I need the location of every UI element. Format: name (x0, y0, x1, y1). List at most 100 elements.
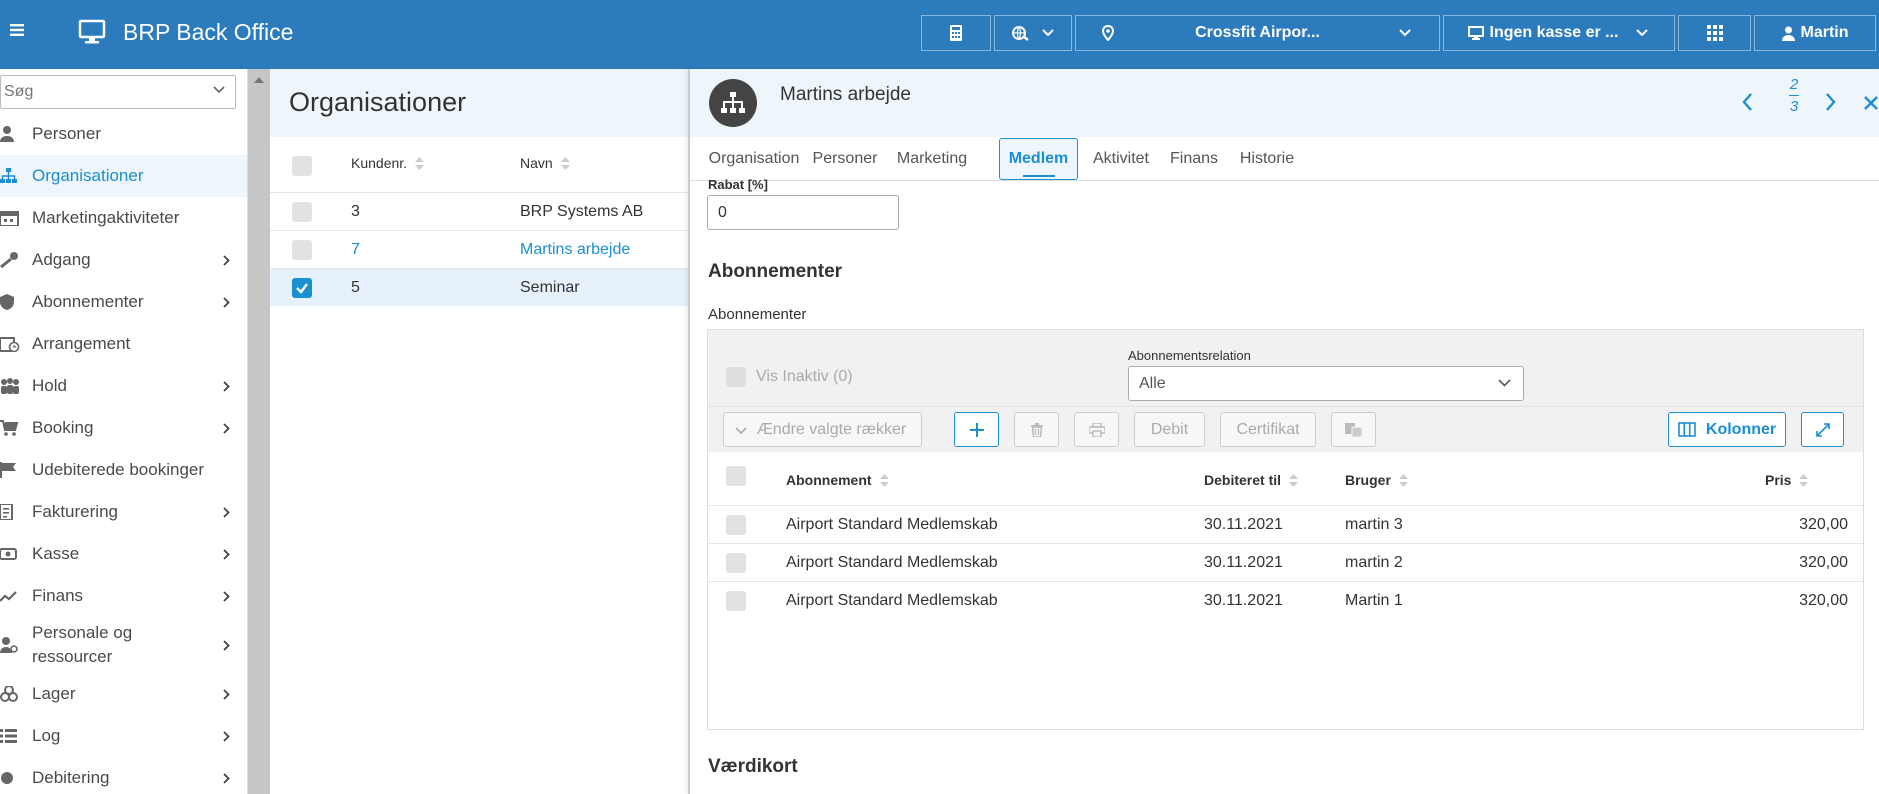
page-title: Organisationer (289, 87, 467, 117)
sidebar-item-lager[interactable]: Lager (0, 673, 247, 715)
row-name: BRP Systems AB (520, 203, 644, 220)
row-checkbox[interactable] (726, 591, 746, 611)
expand-button[interactable] (1801, 412, 1844, 447)
add-subscription-button[interactable] (954, 412, 999, 447)
tab-organisation[interactable]: Organisation (707, 137, 801, 181)
table-row[interactable]: Airport Standard Medlemskab 30.11.2021 m… (708, 543, 1863, 581)
rabat-field[interactable] (707, 195, 899, 230)
tab-historie[interactable]: Historie (1232, 137, 1302, 181)
sidebar-item-arrangement[interactable]: Arrangement (0, 323, 247, 365)
sidebar-item-label: Booking (32, 418, 94, 437)
row-checkbox[interactable] (726, 553, 746, 573)
copy-button[interactable] (1331, 412, 1376, 447)
column-header-bruger[interactable]: Bruger (1345, 472, 1408, 488)
sidebar-item-debitering[interactable]: Debitering (0, 757, 247, 794)
debit-icon (1, 772, 13, 784)
sidebar-item-label: Personale og ressourcer (32, 623, 133, 666)
next-record-icon[interactable] (1826, 93, 1836, 111)
show-inactive-checkbox[interactable] (726, 367, 746, 387)
search-input[interactable] (1, 76, 201, 108)
tools-menu-button[interactable] (994, 15, 1072, 51)
table-row[interactable]: 5 Seminar (270, 268, 688, 306)
row-checkbox[interactable] (726, 515, 746, 535)
print-button[interactable] (1074, 412, 1119, 447)
sidebar-item-udebiterede-bookinger[interactable]: Udebiterede bookinger (0, 449, 247, 491)
scrollbar-thumb[interactable] (248, 69, 270, 794)
tab-personer[interactable]: Personer (807, 137, 883, 181)
sidebar-item-organisationer[interactable]: Organisationer (0, 155, 247, 197)
register-select[interactable]: Ingen kasse er ... (1443, 15, 1675, 51)
sidebar-scrollbar[interactable] (248, 69, 270, 794)
column-header-pris[interactable]: Pris (1765, 472, 1809, 488)
tab-medlem[interactable]: Medlem (999, 138, 1078, 180)
sidebar-search[interactable] (0, 75, 236, 109)
column-header-abonnement[interactable]: Abonnement (786, 472, 889, 488)
grid-filters: Vis Inaktiv (0) Abonnementsrelation Alle (708, 330, 1863, 406)
calculator-button[interactable] (921, 15, 991, 51)
copy-icon (1344, 422, 1362, 437)
table-row[interactable]: Airport Standard Medlemskab 30.11.2021 M… (708, 581, 1863, 619)
sidebar-item-fakturering[interactable]: Fakturering (0, 491, 247, 533)
cell-billed-until: 30.11.2021 (1204, 592, 1283, 609)
grid-toolbar: Ændre valgte rækker Debit Certifikat Kol… (708, 406, 1863, 452)
apps-grid-button[interactable] (1678, 15, 1751, 51)
show-inactive-toggle[interactable]: Vis Inaktiv (0) (726, 367, 853, 387)
column-header-label: Kundenr. (351, 155, 408, 171)
column-header-kundenr[interactable]: Kundenr. (351, 155, 425, 171)
tab-finans[interactable]: Finans (1165, 137, 1223, 181)
column-header-debiteret-til[interactable]: Debiteret til (1204, 472, 1299, 488)
sidebar-item-personer[interactable]: Personer (0, 113, 247, 155)
relation-select[interactable]: Alle (1128, 366, 1524, 401)
chevron-right-icon (223, 689, 230, 700)
sidebar-item-label: Personer (32, 124, 101, 143)
previous-record-icon[interactable] (1742, 93, 1752, 111)
relation-value: Alle (1139, 375, 1166, 392)
select-all-checkbox[interactable] (726, 466, 746, 486)
sidebar-item-hold[interactable]: Hold (0, 365, 247, 407)
delete-button[interactable] (1014, 412, 1059, 447)
sidebar-item-log[interactable]: Log (0, 715, 247, 757)
location-select[interactable]: Crossfit Airpor... (1075, 15, 1440, 51)
scroll-up-arrow-icon[interactable] (254, 77, 264, 83)
sidebar-item-label: Kasse (32, 544, 80, 563)
list-icon (0, 729, 17, 743)
bulk-edit-button[interactable]: Ændre valgte rækker (723, 412, 922, 447)
sidebar-item-kasse[interactable]: Kasse (0, 533, 247, 575)
chevron-down-icon[interactable] (213, 86, 225, 94)
group-icon (1, 378, 19, 394)
plus-icon (969, 422, 984, 437)
select-all-checkbox[interactable] (292, 156, 312, 176)
row-checkbox-checked[interactable] (292, 278, 312, 298)
debit-button[interactable]: Debit (1134, 412, 1205, 447)
sidebar-item-abonnementer[interactable]: Abonnementer (0, 281, 247, 323)
table-row[interactable]: 7 Martins arbejde (270, 230, 688, 268)
tab-marketing[interactable]: Marketing (890, 137, 974, 181)
row-number: 3 (351, 203, 360, 220)
staff-icon (0, 637, 18, 653)
sidebar-item-marketingaktiviteter[interactable]: Marketingaktiviteter (0, 197, 247, 239)
sidebar: Personer Organisationer Marketingaktivit… (0, 69, 248, 794)
column-header-navn[interactable]: Navn (520, 155, 570, 171)
boxes-icon (0, 686, 18, 702)
table-row[interactable]: Airport Standard Medlemskab 30.11.2021 m… (708, 505, 1863, 543)
user-icon (1781, 26, 1795, 41)
hamburger-menu-icon[interactable] (10, 24, 26, 44)
sidebar-item-personale-og-ressourcer[interactable]: Personale og ressourcer (0, 617, 247, 673)
sidebar-item-finans[interactable]: Finans (0, 575, 247, 617)
row-checkbox[interactable] (292, 240, 312, 260)
cell-price: 320,00 (1799, 592, 1848, 609)
sidebar-item-adgang[interactable]: Adgang (0, 239, 247, 281)
pager-total: 3 (1789, 98, 1799, 115)
section-title-vaerdikort: Værdikort (708, 756, 798, 777)
certificate-button[interactable]: Certifikat (1220, 412, 1316, 447)
chevron-down-icon (1636, 29, 1648, 37)
tab-aktivitet[interactable]: Aktivitet (1086, 137, 1156, 181)
columns-button[interactable]: Kolonner (1668, 412, 1786, 447)
user-menu-button[interactable]: Martin (1754, 15, 1876, 51)
chevron-right-icon (223, 549, 230, 560)
row-name: Martins arbejde (520, 241, 631, 258)
close-icon[interactable] (1864, 96, 1878, 110)
row-checkbox[interactable] (292, 202, 312, 222)
sidebar-item-booking[interactable]: Booking (0, 407, 247, 449)
table-row[interactable]: 3 BRP Systems AB (270, 192, 688, 230)
